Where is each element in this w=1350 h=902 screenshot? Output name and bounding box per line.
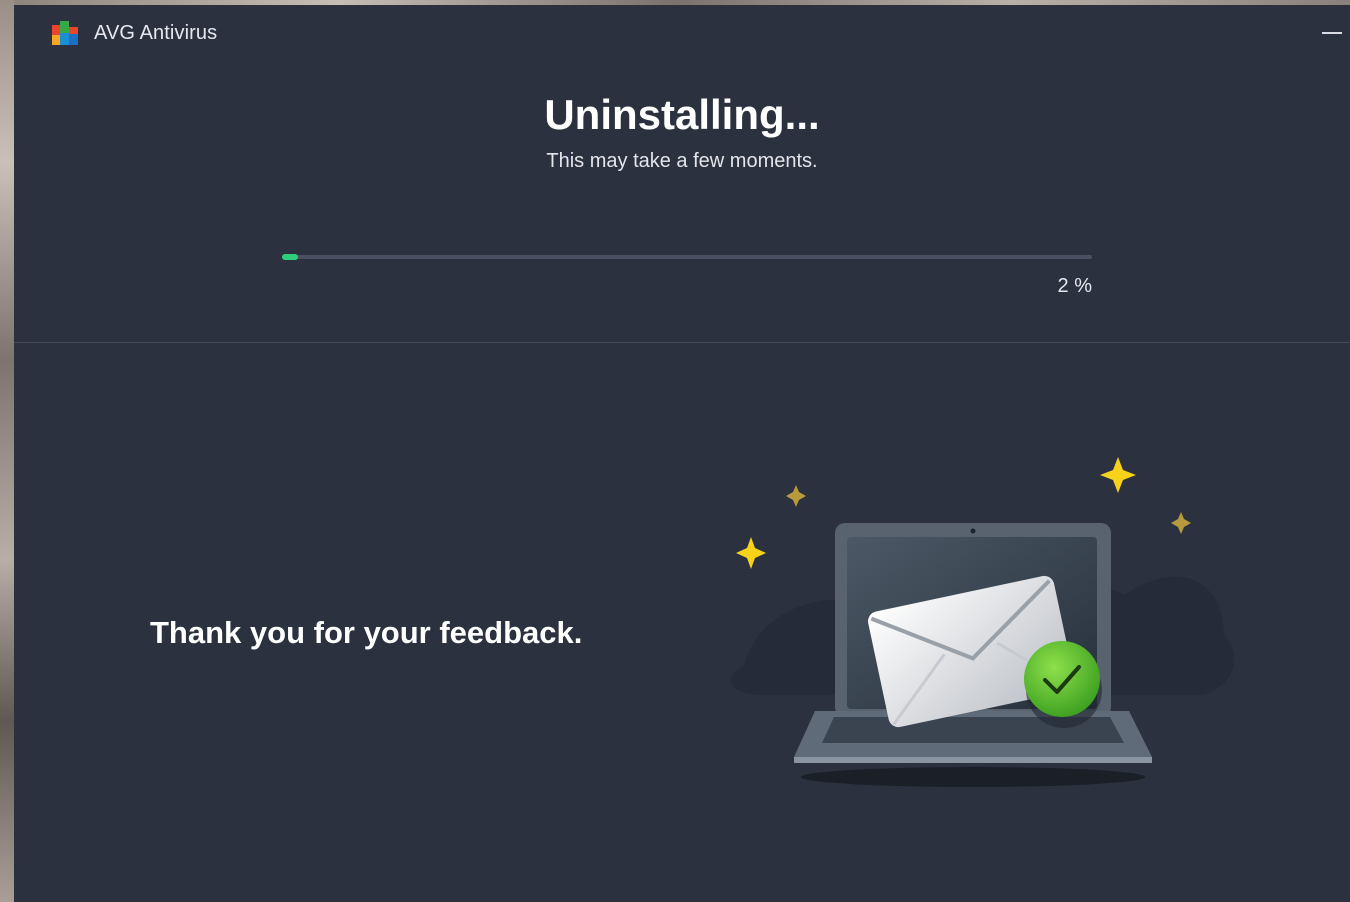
laptop-envelope-check-icon: [730, 457, 1235, 787]
title-bar[interactable]: AVG Antivirus: [14, 5, 1350, 61]
sparkle-icon: [786, 485, 806, 507]
avg-logo-icon: [52, 21, 78, 45]
section-divider: [14, 342, 1350, 343]
app-title: AVG Antivirus: [94, 22, 218, 44]
check-badge: [1024, 641, 1100, 717]
progress-bar: [282, 254, 1092, 260]
feedback-message: Thank you for your feedback.: [150, 615, 583, 650]
minimize-icon: [1322, 32, 1342, 34]
desktop-background-left: [0, 0, 14, 902]
minimize-button[interactable]: [1310, 13, 1350, 53]
progress-bar-fill: [282, 254, 299, 260]
uninstaller-window: AVG Antivirus Uninstalling... This may t…: [14, 5, 1350, 902]
sparkle-icon: [736, 537, 766, 569]
page-subtitle: This may take a few moments.: [546, 150, 818, 172]
progress-percent-label: 2 %: [1057, 275, 1092, 297]
laptop-shadow: [801, 767, 1145, 787]
page-title: Uninstalling...: [544, 91, 820, 138]
laptop-front-edge: [794, 757, 1152, 763]
sparkle-icon: [1171, 512, 1191, 534]
laptop-camera: [970, 528, 976, 534]
sparkle-icon: [1100, 457, 1136, 493]
